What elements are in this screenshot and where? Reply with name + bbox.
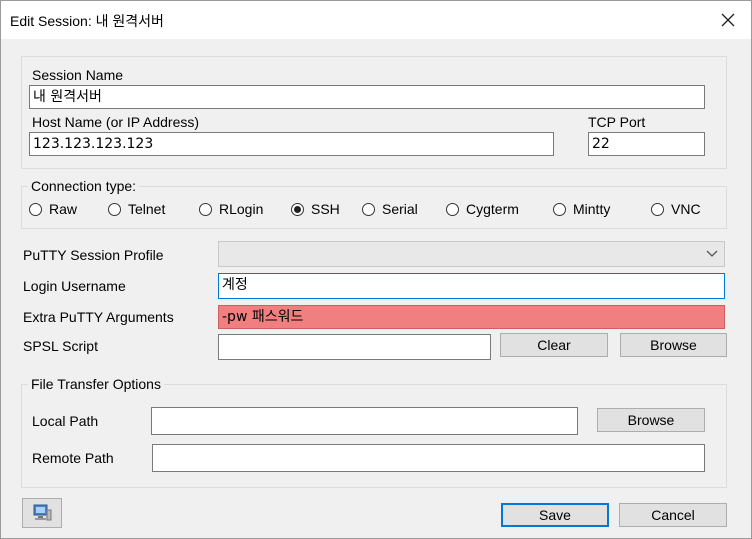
extra-args-input[interactable]: -pw 패스워드: [218, 305, 725, 329]
radio-ssh[interactable]: SSH: [291, 201, 340, 217]
file-transfer-label: File Transfer Options: [28, 376, 164, 392]
radio-label: Mintty: [573, 201, 611, 217]
radio-mintty[interactable]: Mintty: [553, 201, 610, 217]
host-name-label: Host Name (or IP Address): [32, 114, 200, 130]
radio-circle: [651, 202, 664, 216]
radio-vnc[interactable]: VNC: [651, 201, 701, 217]
close-button[interactable]: [705, 1, 751, 39]
login-username-label: Login Username: [23, 278, 126, 294]
local-path-browse-button[interactable]: Browse: [597, 408, 705, 432]
session-name-input[interactable]: 내 원격서버: [29, 85, 705, 109]
radio-circle: [291, 202, 304, 216]
radio-label: Raw: [49, 201, 78, 217]
tcp-port-input[interactable]: 22: [588, 132, 705, 156]
radio-label: RLogin: [219, 201, 264, 217]
computer-icon: [33, 504, 52, 521]
radio-circle: [199, 202, 212, 216]
spsl-script-input[interactable]: [218, 334, 491, 360]
radio-label: Cygterm: [466, 201, 519, 217]
file-transfer-group: [21, 384, 727, 488]
radio-circle: [29, 202, 42, 216]
radio-label: Telnet: [128, 201, 166, 217]
remote-path-label: Remote Path: [32, 450, 114, 466]
local-path-label: Local Path: [32, 413, 99, 429]
remote-path-input[interactable]: [152, 444, 705, 472]
host-name-input[interactable]: 123.123.123.123: [29, 132, 554, 156]
extra-args-label: Extra PuTTY Arguments: [23, 309, 174, 325]
window-title: Edit Session: 내 원격서버: [10, 13, 164, 29]
local-path-input[interactable]: [151, 407, 578, 435]
edit-session-dialog: Edit Session: 내 원격서버 Session Name 내 원격서버…: [0, 0, 752, 539]
putty-profile-label: PuTTY Session Profile: [23, 247, 164, 263]
session-icon-button[interactable]: [22, 498, 62, 528]
radio-circle: [362, 202, 375, 216]
spsl-clear-button[interactable]: Clear: [500, 333, 608, 357]
radio-raw[interactable]: Raw: [29, 201, 77, 217]
session-name-label: Session Name: [32, 67, 124, 83]
radio-label: SSH: [311, 201, 340, 217]
connection-type-label: Connection type:: [28, 178, 140, 194]
radio-circle: [446, 202, 459, 216]
radio-label: Serial: [382, 201, 418, 217]
radio-telnet[interactable]: Telnet: [108, 201, 165, 217]
login-username-input[interactable]: 계정: [218, 273, 725, 299]
save-button[interactable]: Save: [501, 503, 609, 527]
spsl-script-label: SPSL Script: [23, 338, 98, 354]
radio-label: VNC: [671, 201, 701, 217]
close-icon: [721, 13, 735, 27]
tcp-port-label: TCP Port: [588, 114, 646, 130]
spsl-browse-button[interactable]: Browse: [620, 333, 727, 357]
title-bar: Edit Session: 내 원격서버: [1, 1, 751, 39]
cancel-button[interactable]: Cancel: [619, 503, 727, 527]
putty-profile-select[interactable]: [218, 241, 725, 267]
radio-cygterm[interactable]: Cygterm: [446, 201, 519, 217]
chevron-down-icon: [704, 245, 720, 263]
radio-rlogin[interactable]: RLogin: [199, 201, 263, 217]
radio-circle: [108, 202, 121, 216]
radio-circle: [553, 202, 566, 216]
radio-serial[interactable]: Serial: [362, 201, 418, 217]
